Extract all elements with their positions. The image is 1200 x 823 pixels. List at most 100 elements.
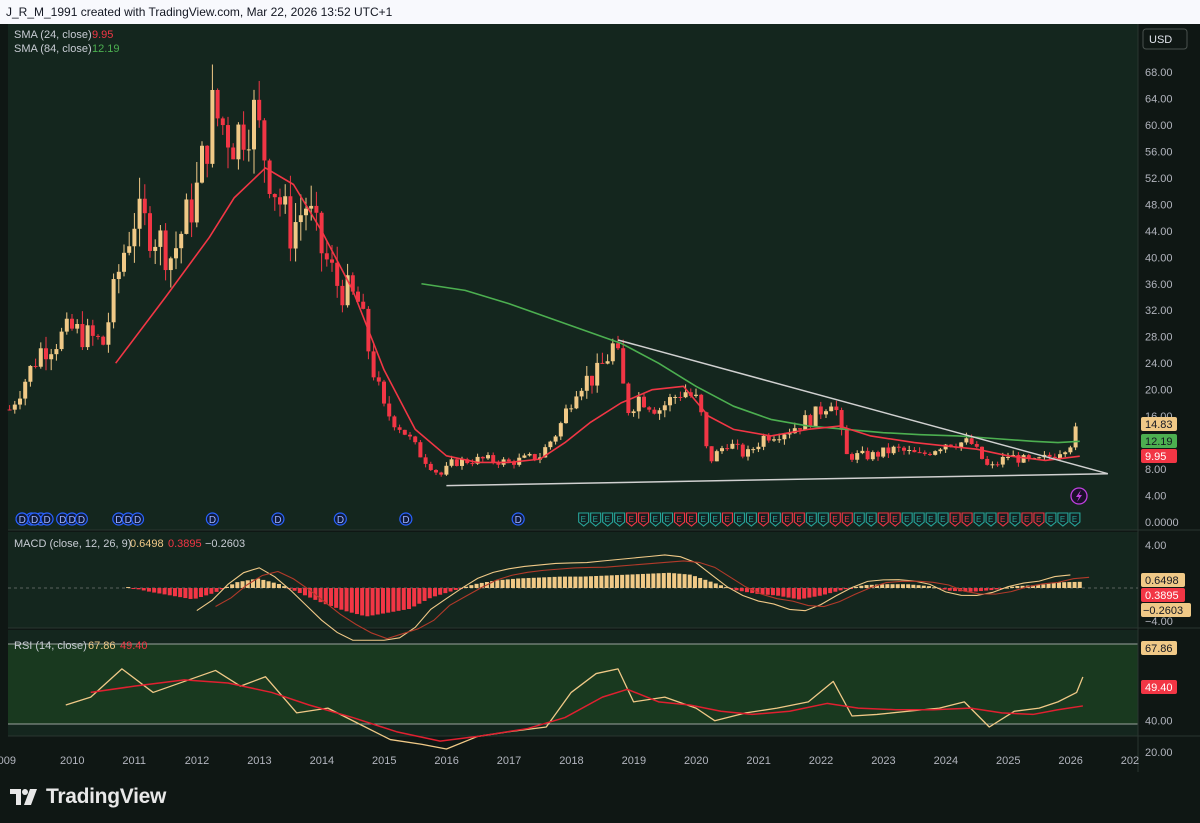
macd-tick-label: 4.00 [1145, 540, 1166, 552]
candle [1073, 422, 1078, 451]
svg-text:E: E [892, 515, 897, 524]
macd-histogram-bar [843, 588, 848, 590]
macd-histogram-bar [646, 573, 651, 588]
legend-rsi[interactable]: RSI (14, close) 67.86 49.40 [14, 640, 148, 652]
macd-histogram-bar [214, 588, 219, 592]
chart-canvas[interactable]: USD SMA (24, close) 9.95 SMA (84, close)… [0, 24, 1200, 772]
legend-macd[interactable]: MACD (close, 12, 26, 9) 0.6498 0.3895 −0… [14, 538, 245, 550]
sma24-price-label: 9.95 [1145, 451, 1166, 463]
rsi-label: RSI (14, close) [14, 640, 87, 652]
svg-text:E: E [581, 515, 586, 524]
svg-text:E: E [689, 515, 694, 524]
macd-histogram-bar [625, 574, 630, 588]
price-tick-label: 48.00 [1145, 199, 1173, 211]
dividend-marker[interactable]: D [511, 512, 525, 526]
svg-text:E: E [928, 515, 933, 524]
x-tick-label: 2021 [746, 755, 770, 767]
legend-sma84[interactable]: SMA (84, close) 12.19 [14, 43, 120, 55]
macd-histogram-bar [146, 588, 151, 592]
macd-histogram-bar [947, 588, 952, 591]
svg-text:E: E [772, 515, 777, 524]
svg-text:E: E [832, 515, 837, 524]
x-tick-label: 009 [0, 755, 16, 767]
candle [704, 411, 709, 449]
macd-histogram-bar [302, 588, 307, 596]
macd-histogram-bar [266, 581, 271, 588]
candle [454, 458, 459, 467]
macd-histogram-bar [375, 588, 380, 615]
dividend-marker[interactable]: D [27, 512, 42, 526]
macd-tick-label: −4.00 [1145, 616, 1173, 628]
dividend-marker[interactable]: D [205, 512, 219, 526]
macd-histogram-bar [989, 588, 994, 591]
x-tick-label: 2013 [247, 755, 271, 767]
macd-histogram-bar [1077, 581, 1082, 588]
candle [101, 335, 106, 346]
macd-histogram-bar [427, 588, 432, 599]
macd-histogram-bar [698, 577, 703, 588]
svg-text:D: D [78, 515, 85, 526]
dividend-marker[interactable]: D [333, 512, 347, 526]
svg-text:E: E [988, 515, 993, 524]
lightning-icon[interactable] [1070, 487, 1088, 505]
macd-histogram-bar [973, 588, 978, 592]
dividend-marker[interactable]: D [40, 512, 54, 526]
dividend-marker[interactable]: D [74, 512, 88, 526]
svg-text:E: E [1024, 515, 1029, 524]
sma84-value: 12.19 [92, 43, 120, 55]
macd-histogram-bar [510, 578, 515, 588]
x-tick-label: 2014 [310, 755, 334, 767]
macd-histogram-bar [453, 588, 458, 590]
macd-histogram-bar [968, 588, 973, 592]
tradingview-logo[interactable]: TradingView [10, 785, 166, 809]
macd-histogram-bar [765, 588, 770, 595]
dividend-marker[interactable]: D [130, 512, 145, 526]
macd-histogram-bar [854, 586, 859, 588]
macd-histogram-bar [349, 588, 354, 613]
macd-histogram-bar [978, 588, 983, 592]
svg-text:D: D [59, 515, 66, 526]
macd-histogram-bar [162, 588, 167, 595]
macd-histogram-bar [599, 575, 604, 588]
rsi-value-2: 49.40 [120, 640, 148, 652]
rsi-value-1: 67.86 [88, 640, 116, 652]
macd-histogram-bar [833, 588, 838, 592]
svg-text:E: E [916, 515, 921, 524]
macd-histogram-bar [547, 577, 552, 588]
macd-histogram-bar [344, 588, 349, 612]
svg-text:E: E [796, 515, 801, 524]
macd-label: MACD (close, 12, 26, 9) [14, 538, 131, 550]
currency-button[interactable]: USD [1142, 28, 1188, 50]
macd-histogram-bar [630, 574, 635, 588]
macd-histogram-bar [1041, 584, 1046, 588]
rsi-label-b: 49.40 [1145, 682, 1173, 694]
macd-histogram-bar [682, 574, 687, 588]
x-tick-label: 2018 [559, 755, 583, 767]
macd-histogram-bar [604, 575, 609, 588]
svg-text:D: D [337, 515, 344, 526]
price-tick-label: 64.00 [1145, 93, 1173, 105]
svg-text:D: D [274, 515, 281, 526]
dividend-marker[interactable]: D [15, 512, 29, 526]
macd-histogram-bar [256, 578, 261, 588]
legend-sma24[interactable]: SMA (24, close) 9.95 [14, 29, 113, 41]
macd-histogram-bar [422, 588, 427, 601]
dividend-marker[interactable]: D [399, 512, 413, 526]
macd-histogram-bar [661, 573, 666, 588]
candle [714, 449, 719, 462]
sma84-price-label: 12.19 [1145, 436, 1173, 448]
macd-histogram-bar [817, 588, 822, 596]
macd-histogram-bar [640, 573, 645, 588]
macd-histogram-bar [885, 584, 890, 588]
macd-histogram-bar [531, 577, 536, 588]
x-tick-label: 2019 [622, 755, 646, 767]
candle [148, 206, 152, 258]
x-tick-label: 2011 [122, 755, 146, 767]
candle [418, 440, 423, 458]
x-tick-label: 2025 [996, 755, 1020, 767]
svg-text:E: E [964, 515, 969, 524]
macd-histogram-bar [505, 579, 510, 588]
macd-histogram-bar [235, 582, 240, 588]
macd-label-b: 0.3895 [1145, 590, 1179, 602]
dividend-marker[interactable]: D [271, 512, 285, 526]
